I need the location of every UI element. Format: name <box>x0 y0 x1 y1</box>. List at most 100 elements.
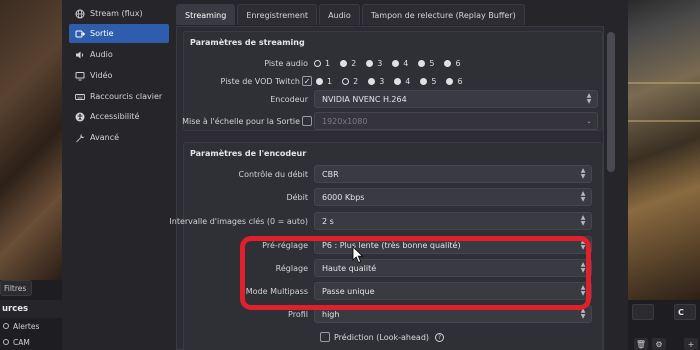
rate-control-row: Contrôle du débit CBR ▲ ▼ <box>184 165 604 183</box>
sidebar-item-video[interactable]: Vidéo <box>69 66 169 85</box>
dock-panel-right: C <box>674 304 696 320</box>
preview-background-right <box>628 0 700 300</box>
settings-scrollbar[interactable] <box>604 26 618 350</box>
speaker-icon <box>75 50 85 60</box>
sidebar-item-label: Raccourcis clavier <box>90 92 163 101</box>
tab-recording[interactable]: Enregistrement <box>237 4 318 25</box>
sidebar-item-label: Accessibilité <box>90 112 140 121</box>
spin-arrows-icon[interactable]: ▲ ▼ <box>579 191 587 203</box>
source-item[interactable]: CAM <box>0 334 64 350</box>
bitrate-spinbox[interactable]: 6000 Kbps ▲ ▼ <box>314 188 592 206</box>
trash-icon[interactable]: 🗑 <box>634 338 648 350</box>
accessibility-icon <box>75 112 85 122</box>
scrollbar-thumb[interactable] <box>607 32 615 172</box>
bitrate-label: Débit <box>286 192 308 202</box>
tab-label: Streaming <box>185 10 227 20</box>
vod-track-radio-5[interactable] <box>420 77 428 85</box>
track-number: 3 <box>377 58 383 68</box>
audio-track-label: Piste audio <box>264 58 308 68</box>
vod-track-checkbox[interactable]: ✓ <box>302 76 312 86</box>
rate-control-label: Contrôle du débit <box>238 169 308 179</box>
vod-track-radio-4[interactable] <box>394 77 402 85</box>
rate-control-select[interactable]: CBR ▲ ▼ <box>314 165 592 183</box>
sidebar-item-hotkeys[interactable]: Raccourcis clavier <box>69 87 169 106</box>
encoder-value: NVIDIA NVENC H.264 <box>322 94 407 104</box>
group-title: Paramètres de l'encodeur <box>190 149 307 158</box>
audio-track-radio-5[interactable] <box>418 59 426 67</box>
sidebar-item-label: Vidéo <box>90 71 113 80</box>
source-label: CAM <box>13 337 30 347</box>
keyframe-spinbox[interactable]: 2 s ▲ ▼ <box>314 212 592 230</box>
source-item[interactable]: Alertes <box>0 318 64 334</box>
track-number: 5 <box>431 76 437 86</box>
profile-value: high <box>322 309 340 319</box>
rescale-select[interactable]: 1920x1080 ⌄ <box>314 112 598 130</box>
vod-track-radio-1[interactable] <box>316 77 323 85</box>
mouse-cursor-icon <box>352 246 364 264</box>
audio-track-radio-6[interactable] <box>444 59 452 67</box>
audio-track-radio-2[interactable] <box>340 59 348 67</box>
rate-control-value: CBR <box>322 169 339 179</box>
dock-panel-title: C <box>678 307 684 317</box>
lookahead-checkbox[interactable] <box>320 332 330 342</box>
audio-track-radio-1[interactable] <box>314 59 321 67</box>
sidebar-item-advanced[interactable]: Avancé <box>69 128 169 147</box>
encoder-select[interactable]: NVIDIA NVENC H.264 ▲ ▼ <box>314 90 598 108</box>
vod-track-radio-6[interactable] <box>446 77 454 85</box>
track-number: 2 <box>353 76 359 86</box>
bitrate-value: 6000 Kbps <box>322 192 365 202</box>
track-number: 1 <box>325 58 331 68</box>
sources-dock: urces Alertes CAM <box>0 300 64 350</box>
track-number: 2 <box>351 58 357 68</box>
select-arrows-icon: ▲ ▼ <box>586 92 592 105</box>
sidebar-item-label: Avancé <box>90 133 120 142</box>
filters-button[interactable]: Filtres <box>0 280 32 296</box>
tab-label: Audio <box>328 10 351 20</box>
track-number: 1 <box>327 76 333 86</box>
lookahead-label: Prédiction (Look-ahead) <box>334 332 430 342</box>
tab-label: Tampon de relecture (Replay Buffer) <box>370 10 516 20</box>
sidebar-item-accessibility[interactable]: Accessibilité <box>69 107 169 126</box>
vod-track-radio-3[interactable] <box>368 77 376 85</box>
audio-track-radio-3[interactable] <box>366 59 374 67</box>
preview-background-left <box>0 0 62 280</box>
gear-icon[interactable]: ⚙ <box>652 338 666 350</box>
vod-track-label: Piste de VOD Twitch <box>220 76 300 86</box>
vod-track-radios: ✓ 1 2 3 4 5 6 <box>302 72 469 90</box>
chevron-down-icon: ⌄ <box>586 118 592 125</box>
rescale-row: Mise à l'échelle pour la Sortie 1920x108… <box>182 112 604 130</box>
lookahead-row: Prédiction (Look-ahead) ? <box>184 328 604 346</box>
sidebar-item-output[interactable]: Sortie <box>69 24 169 43</box>
sidebar-item-label: Sortie <box>90 29 114 38</box>
sidebar-item-audio[interactable]: Audio <box>69 45 169 64</box>
sidebar-item-stream[interactable]: Stream (flux) <box>69 4 169 23</box>
visibility-icon[interactable] <box>3 323 9 329</box>
track-number: 4 <box>405 76 411 86</box>
visibility-icon[interactable] <box>3 339 9 345</box>
select-arrows-icon: ▲ ▼ <box>580 167 586 180</box>
filters-label: Filtres <box>4 283 27 293</box>
wrench-icon <box>75 133 85 143</box>
tab-replay-buffer[interactable]: Tampon de relecture (Replay Buffer) <box>361 4 525 25</box>
rescale-value: 1920x1080 <box>322 116 368 126</box>
sidebar-item-label: Stream (flux) <box>90 9 143 18</box>
sources-dock-title: urces <box>0 300 64 318</box>
audio-track-radios: 1 2 3 4 5 6 <box>314 54 467 72</box>
keyframe-row: Intervalle d'images clés (0 = auto) 2 s … <box>169 212 604 230</box>
output-tabs: Streaming Enregistrement Audio Tampon de… <box>176 4 525 26</box>
sidebar-item-label: Audio <box>90 50 113 59</box>
add-icon[interactable]: + <box>684 338 698 350</box>
rescale-label: Mise à l'échelle pour la Sortie <box>182 116 300 126</box>
tab-audio[interactable]: Audio <box>319 4 360 25</box>
keyframe-value: 2 s <box>322 216 334 226</box>
tab-streaming[interactable]: Streaming <box>176 4 236 25</box>
rescale-checkbox[interactable] <box>302 116 312 126</box>
vod-track-radio-2[interactable] <box>342 77 350 85</box>
source-label: Alertes <box>13 321 40 331</box>
track-number: 3 <box>379 76 385 86</box>
help-icon[interactable]: ? <box>435 332 445 342</box>
track-number: 5 <box>429 58 435 68</box>
dock-panel-left <box>632 304 654 320</box>
audio-track-radio-4[interactable] <box>392 59 400 67</box>
spin-arrows-icon[interactable]: ▲ ▼ <box>579 215 587 227</box>
